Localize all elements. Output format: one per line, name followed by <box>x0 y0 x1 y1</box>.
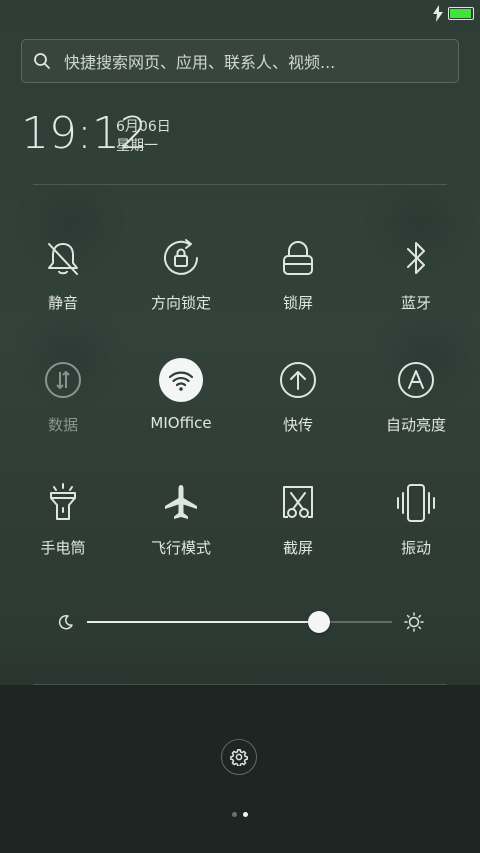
brightness-slider[interactable] <box>58 607 424 637</box>
toggle-auto-brightness[interactable]: 自动亮度 <box>366 358 466 458</box>
battery-icon <box>448 7 474 20</box>
settings-button[interactable] <box>221 739 257 775</box>
vibrate-icon <box>397 484 435 522</box>
toggle-quick-share[interactable]: 快传 <box>248 358 348 458</box>
toggle-airplane-mode[interactable]: 飞行模式 <box>131 481 231 581</box>
brightness-track[interactable] <box>87 621 392 623</box>
status-bar <box>0 0 480 28</box>
clock-weekday: 星期一 <box>116 138 158 154</box>
airplane-icon <box>165 485 197 519</box>
bell-off-icon <box>48 243 78 275</box>
toggle-label: 静音 <box>47 294 78 312</box>
sun-icon <box>404 612 424 632</box>
wifi-icon <box>159 358 203 402</box>
divider <box>33 184 447 185</box>
toggle-label: 锁屏 <box>282 294 313 312</box>
rotation-lock-icon <box>164 239 198 275</box>
toggle-flashlight[interactable]: 手电筒 <box>13 481 113 581</box>
battery-level <box>450 9 471 18</box>
brightness-thumb[interactable] <box>307 611 330 633</box>
screenshot-scissors-icon <box>283 486 313 518</box>
search-bar[interactable] <box>21 39 459 84</box>
toggle-label: 振动 <box>400 539 431 557</box>
search-icon <box>34 53 50 69</box>
mobile-data-icon <box>45 362 81 398</box>
toggle-label: 截屏 <box>282 539 313 557</box>
search-input[interactable] <box>62 40 456 84</box>
toggle-bluetooth[interactable]: 蓝牙 <box>366 236 466 336</box>
page-dot <box>232 812 237 817</box>
toggle-lock-screen[interactable]: 锁屏 <box>248 236 348 336</box>
toggle-vibrate[interactable]: 振动 <box>366 481 466 581</box>
toggle-label: MIOffice <box>150 414 212 432</box>
charging-bolt-icon <box>433 5 443 22</box>
gear-icon <box>230 749 248 766</box>
toggle-label: 自动亮度 <box>385 416 446 434</box>
auto-brightness-icon <box>398 362 434 398</box>
toggle-screenshot[interactable]: 截屏 <box>248 481 348 581</box>
toggle-label: 飞行模式 <box>150 539 211 557</box>
toggle-rotation-lock[interactable]: 方向锁定 <box>131 236 231 336</box>
toggle-label: 方向锁定 <box>150 294 211 312</box>
lock-icon <box>283 241 313 275</box>
toggle-mobile-data[interactable]: 数据 <box>13 358 113 458</box>
bluetooth-icon <box>407 242 425 274</box>
moon-icon <box>58 614 73 630</box>
toggle-label: 快传 <box>282 416 313 434</box>
upload-arrow-icon <box>280 362 316 398</box>
page-dot <box>243 812 248 817</box>
clock-date: 6月06日 <box>116 119 171 135</box>
toggle-label: 手电筒 <box>40 539 86 557</box>
toggle-silent[interactable]: 静音 <box>13 236 113 336</box>
flashlight-icon <box>50 483 76 520</box>
toggle-label: 蓝牙 <box>400 294 431 312</box>
brightness-fill <box>87 621 319 623</box>
toggle-wifi[interactable]: MIOffice <box>131 358 231 458</box>
toggle-label: 数据 <box>47 416 78 434</box>
